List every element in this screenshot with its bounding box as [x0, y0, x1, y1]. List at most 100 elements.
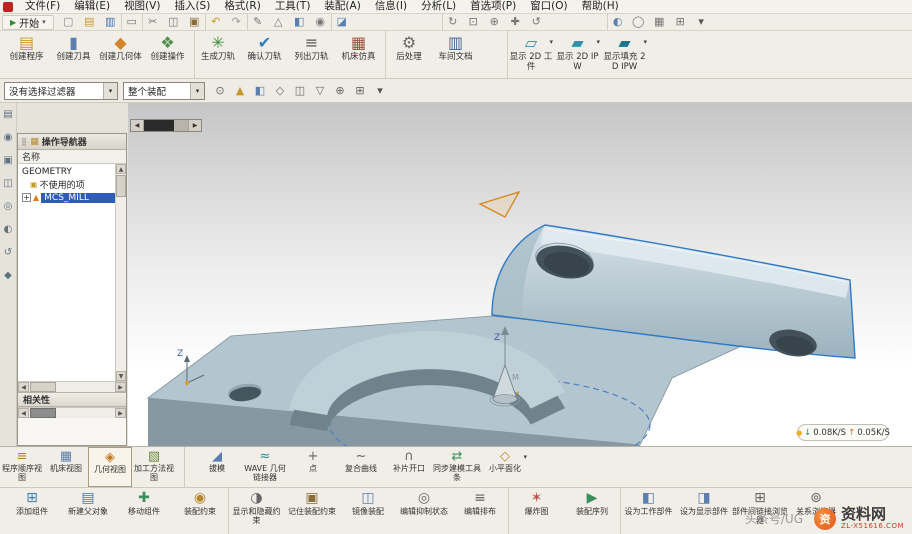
scroll-thumb[interactable]: [144, 120, 174, 131]
toolbar-icon[interactable]: ◪: [331, 14, 352, 30]
cam-toolbar-button[interactable]: ▱ 显示 2D 工件 ▾: [507, 31, 554, 78]
menu-item[interactable]: 首选项(P): [463, 0, 523, 13]
3d-model-canvas[interactable]: Z M Z: [128, 103, 912, 446]
cam-toolbar-button[interactable]: ❖ 创建操作: [144, 31, 191, 78]
tree-row-geometry[interactable]: GEOMETRY: [18, 165, 115, 178]
cam-toolbar-button[interactable]: ▦ 机床仿真: [335, 31, 382, 78]
menu-item[interactable]: 帮助(H): [575, 0, 626, 13]
assembly-tool-button[interactable]: ≡ 编辑排布: [452, 488, 508, 534]
scroll-track[interactable]: [29, 382, 115, 392]
menu-item[interactable]: 信息(I): [368, 0, 414, 13]
cam-toolbar-button[interactable]: ◆ 创建几何体: [97, 31, 144, 78]
assembly-tool-button[interactable]: ◉ 装配约束: [172, 488, 228, 534]
cam-toolbar-button[interactable]: ✳ 生成刀轨: [194, 31, 241, 78]
selection-tool-icon[interactable]: ◇: [270, 82, 290, 100]
toolbar-icon[interactable]: ◉: [310, 14, 331, 30]
cam-toolbar-button[interactable]: ✔ 确认刀轨: [241, 31, 288, 78]
selection-tool-icon[interactable]: ▲: [230, 82, 250, 100]
selection-tool-icon[interactable]: ⊞: [350, 82, 370, 100]
scroll-track[interactable]: [29, 408, 115, 418]
toolbar-icon[interactable]: ↻: [442, 14, 463, 30]
chevron-down-icon[interactable]: ▾: [523, 453, 527, 461]
resource-bar-icon[interactable]: ▤: [3, 109, 12, 120]
menu-item[interactable]: 文件(F): [18, 0, 67, 13]
toolbar-icon[interactable]: ▾: [691, 14, 712, 30]
resource-bar-icon[interactable]: ◆: [4, 270, 12, 281]
selection-filter-combo[interactable]: 没有选择过滤器 ▾: [4, 82, 118, 100]
resource-bar-icon[interactable]: ◐: [4, 224, 13, 235]
chevron-down-icon[interactable]: ▾: [643, 38, 647, 46]
program-order-view-button[interactable]: ≡ 程序顺序视图: [0, 447, 44, 487]
menu-item[interactable]: 插入(S): [167, 0, 217, 13]
toolbar-icon[interactable]: ◫: [163, 14, 184, 30]
scroll-thumb[interactable]: [30, 382, 56, 392]
navigator-title-bar[interactable]: ⣿ ▦ 操作导航器: [18, 134, 126, 150]
resource-bar-icon[interactable]: ▣: [3, 155, 12, 166]
resource-bar-icon[interactable]: ◫: [3, 178, 12, 189]
modeling-tool-button[interactable]: ≈ WAVE 几何链接器: [241, 447, 289, 487]
assembly-tool-button[interactable]: ◫ 镜像装配: [340, 488, 396, 534]
chevron-down-icon[interactable]: ▾: [596, 38, 600, 46]
scroll-right-icon[interactable]: ▶: [188, 120, 201, 131]
selection-tool-icon[interactable]: ⊙: [210, 82, 230, 100]
navigator-column-header[interactable]: 名称: [18, 150, 126, 164]
geometry-view-button[interactable]: ◈ 几何视图: [88, 447, 132, 487]
resource-bar-icon[interactable]: ◉: [4, 132, 13, 143]
machine-tool-view-button[interactable]: ▦ 机床视图: [44, 447, 88, 487]
scroll-left-icon[interactable]: ◀: [18, 382, 29, 392]
modeling-tool-button[interactable]: ∩ 补片开口: [385, 447, 433, 487]
graphics-window[interactable]: Z M Z: [128, 103, 912, 446]
menu-item[interactable]: 视图(V): [117, 0, 167, 13]
part-model[interactable]: Z M Z: [148, 192, 855, 446]
chevron-down-icon[interactable]: ▾: [190, 83, 204, 99]
viewport-mini-scrollbar[interactable]: ◀ ▶: [130, 119, 202, 132]
toolbar-icon[interactable]: ▭: [121, 14, 142, 30]
selection-tool-icon[interactable]: ▾: [370, 82, 390, 100]
toolbar-icon[interactable]: ↺: [526, 14, 547, 30]
toolbar-icon[interactable]: ▤: [79, 14, 100, 30]
toolbar-icon[interactable]: ▥: [100, 14, 121, 30]
assembly-tool-button[interactable]: ⊞ 添加组件: [4, 488, 60, 534]
scroll-right-icon[interactable]: ▶: [115, 382, 126, 392]
cam-toolbar-button[interactable]: ⚙ 后处理: [385, 31, 432, 78]
assembly-tool-button[interactable]: ▤ 新建父对象: [60, 488, 116, 534]
toolbar-icon[interactable]: ▣: [184, 14, 205, 30]
modeling-tool-button[interactable]: ◇ 小平面化 ▾: [481, 447, 529, 487]
modeling-tool-button[interactable]: + 点: [289, 447, 337, 487]
scroll-left-icon[interactable]: ◀: [131, 120, 144, 131]
toolbar-icon[interactable]: ▢: [58, 14, 79, 30]
cam-toolbar-button[interactable]: ▤ 创建程序: [3, 31, 50, 78]
selection-scope-combo[interactable]: 整个装配 ▾: [123, 82, 205, 100]
toolbar-icon[interactable]: ⊡: [463, 14, 484, 30]
expand-icon[interactable]: +: [22, 193, 31, 202]
toolbar-icon[interactable]: ✎: [247, 14, 268, 30]
toolbar-icon[interactable]: ↶: [205, 14, 226, 30]
scroll-left-icon[interactable]: ◀: [18, 408, 29, 418]
toolbar-icon[interactable]: ↷: [226, 14, 247, 30]
scroll-right-icon[interactable]: ▶: [115, 408, 126, 418]
mcs-triangle-marker[interactable]: [480, 192, 519, 217]
toolbar-icon[interactable]: ✚: [505, 14, 526, 30]
start-menu-button[interactable]: ▶ 开始 ▾: [2, 15, 54, 30]
chevron-down-icon[interactable]: ▾: [103, 83, 117, 99]
scroll-thumb[interactable]: [116, 175, 126, 197]
assembly-tool-button[interactable]: ▣ 记住装配约束: [284, 488, 340, 534]
selection-tool-icon[interactable]: ⊕: [330, 82, 350, 100]
resource-bar-icon[interactable]: ↺: [4, 247, 12, 258]
modeling-tool-button[interactable]: ◢ 拔模: [193, 447, 241, 487]
toolbar-icon[interactable]: ◧: [289, 14, 310, 30]
toolbar-icon[interactable]: ▦: [649, 14, 670, 30]
cam-toolbar-button[interactable]: ▰ 显示填充 2D IPW ▾: [601, 31, 648, 78]
toolbar-icon[interactable]: △: [268, 14, 289, 30]
scroll-track[interactable]: [116, 174, 126, 371]
menu-item[interactable]: 窗口(O): [523, 0, 574, 13]
toolbar-icon[interactable]: ◐: [607, 14, 628, 30]
assembly-tool-button[interactable]: ◑ 显示和隐藏约束: [228, 488, 284, 534]
assembly-tool-button[interactable]: ◧ 设为工作部件: [620, 488, 676, 534]
navigator-horizontal-scrollbar[interactable]: ◀ ▶: [18, 381, 126, 392]
tree-row-unused-items[interactable]: ▣ 不使用的项: [18, 178, 115, 191]
machining-method-view-button[interactable]: ▧ 加工方法视图: [132, 447, 176, 487]
selection-tool-icon[interactable]: ◧: [250, 82, 270, 100]
modeling-tool-button[interactable]: ~ 复合曲线: [337, 447, 385, 487]
menu-item[interactable]: 装配(A): [317, 0, 367, 13]
